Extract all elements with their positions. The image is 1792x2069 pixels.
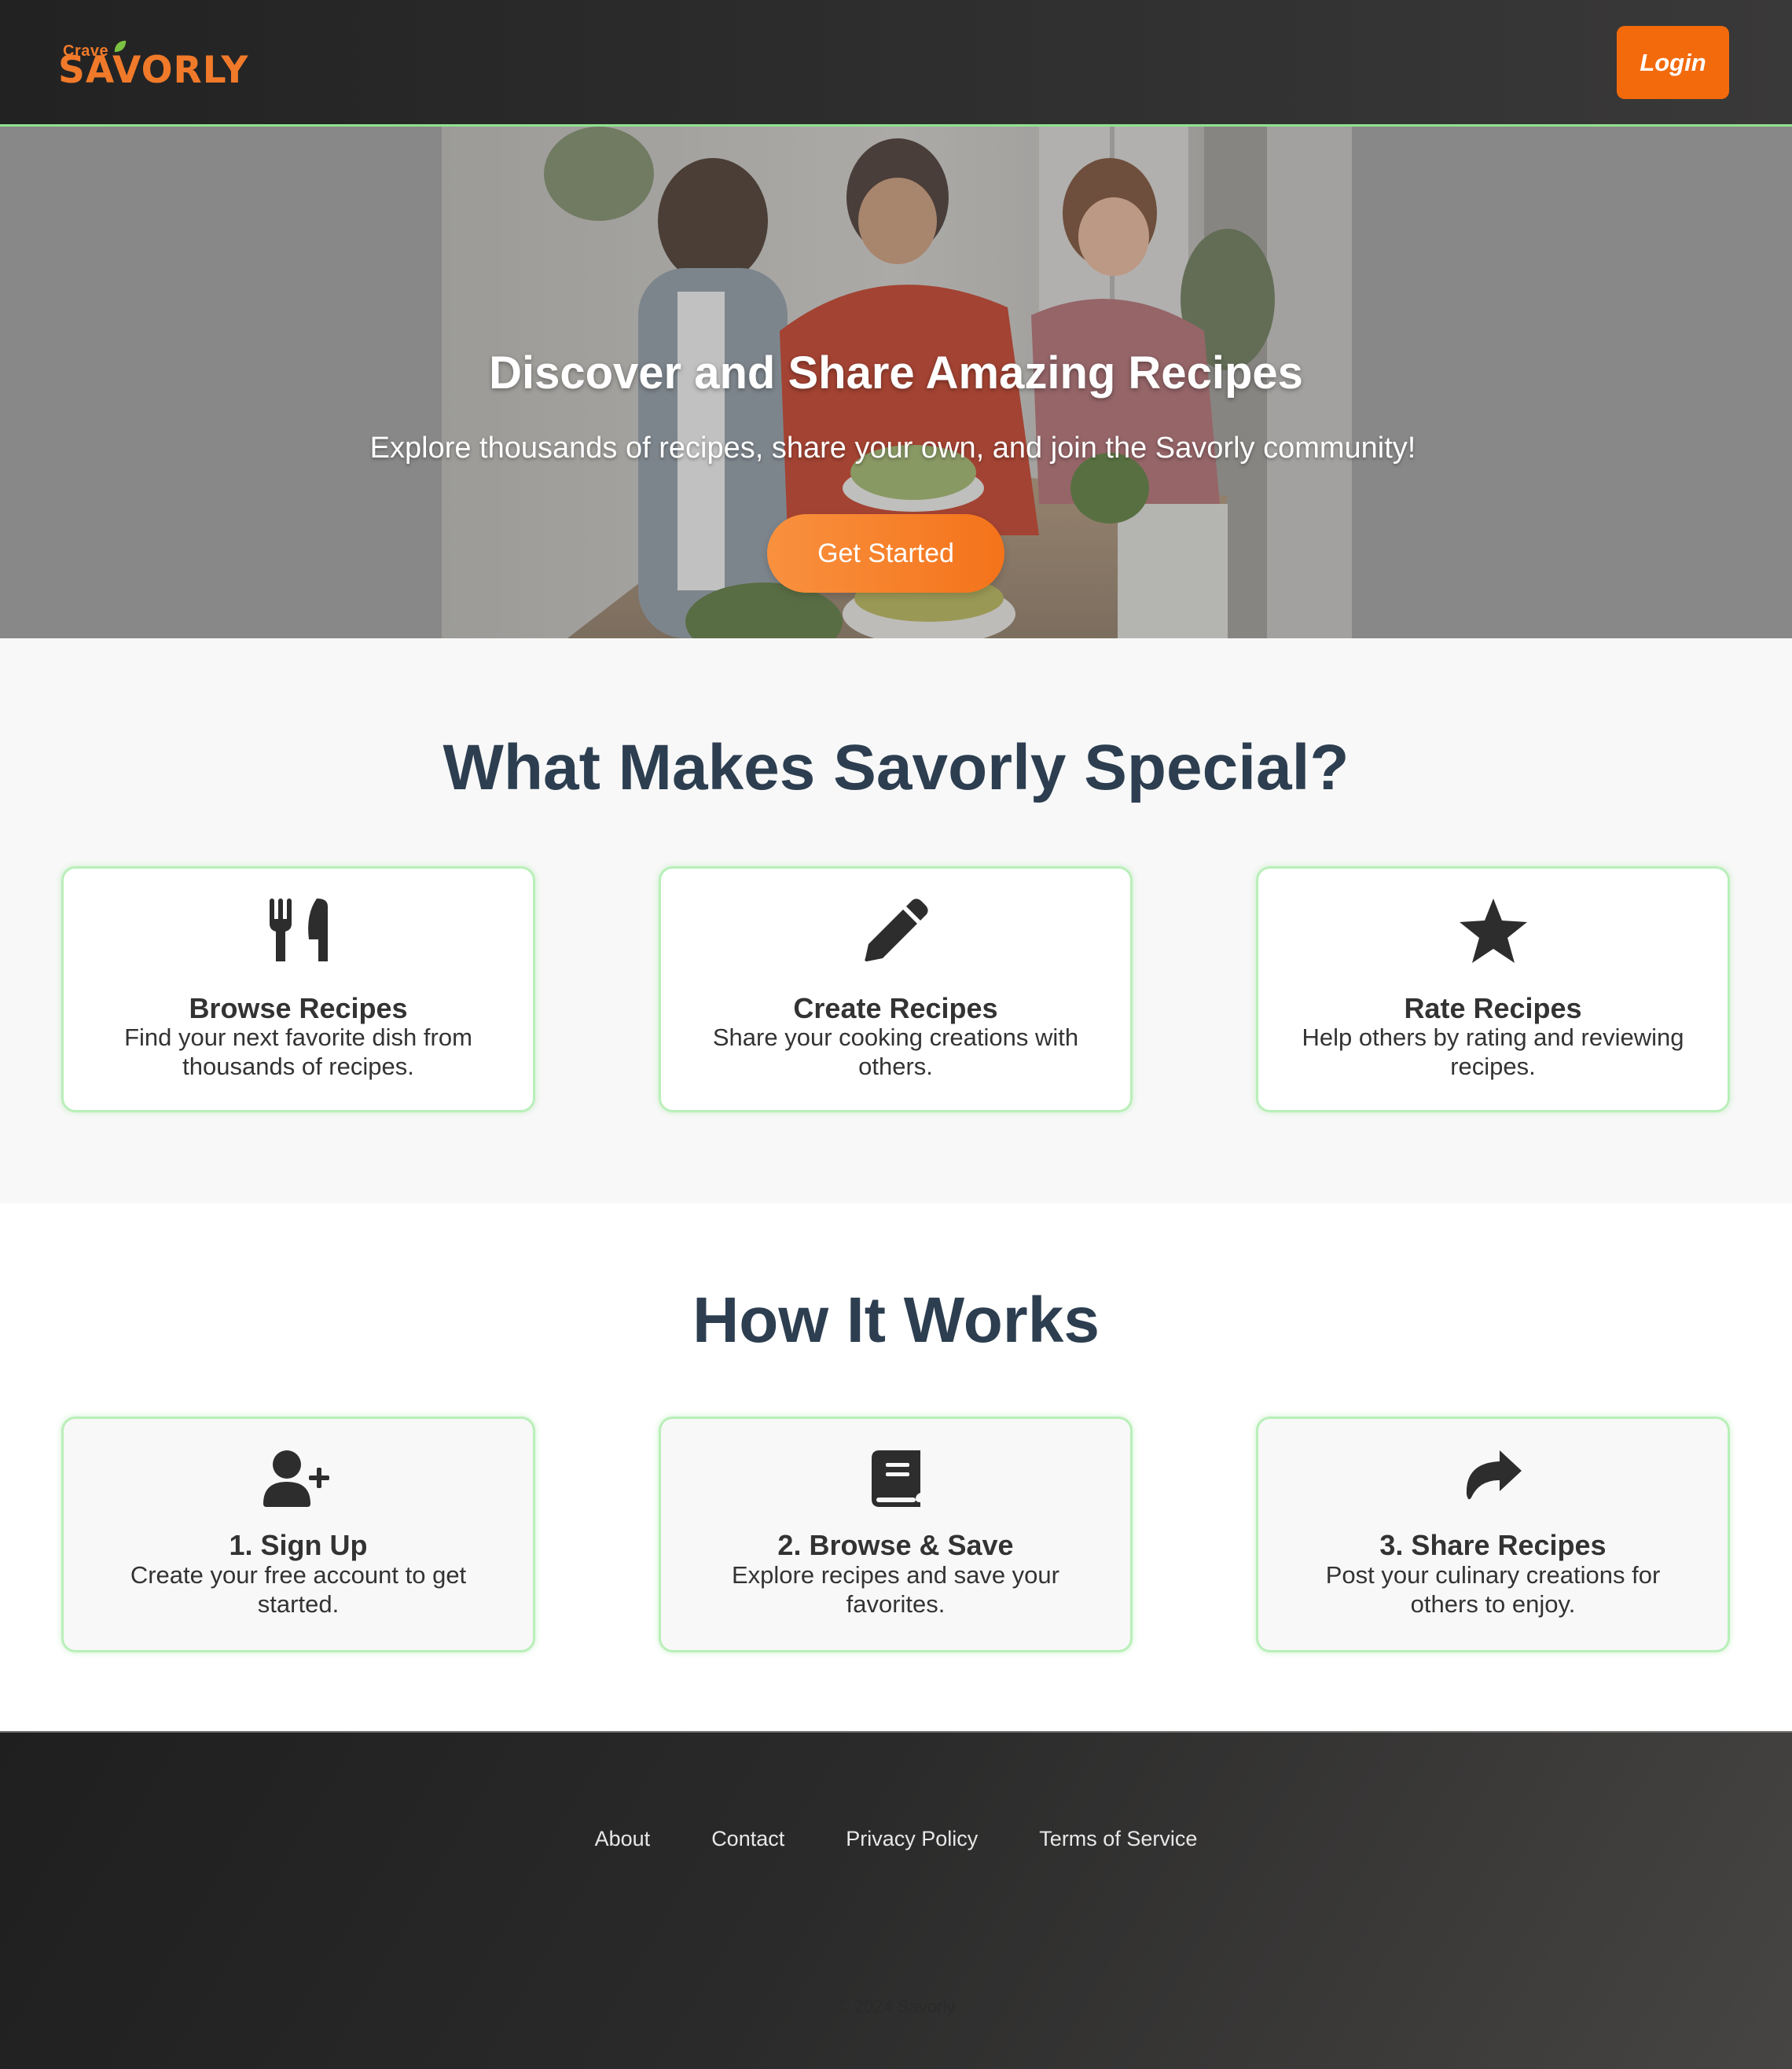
pencil-icon bbox=[864, 899, 928, 961]
feature-card-title: Rate Recipes bbox=[1404, 992, 1582, 1024]
hero-title: Discover and Share Amazing Recipes bbox=[489, 347, 1303, 399]
feature-card-rate: Rate Recipes Help others by rating and r… bbox=[1256, 866, 1730, 1112]
feature-card-desc: Share your cooking creations with others… bbox=[712, 1023, 1079, 1080]
savorly-logo[interactable]: Crave SAVORLY bbox=[58, 38, 248, 93]
step-card-browse-save: 2. Browse & Save Explore recipes and sav… bbox=[659, 1417, 1133, 1652]
how-it-works-section: How It Works 1. Sign Up Create your free… bbox=[0, 1204, 1792, 1731]
step-card-title: 2. Browse & Save bbox=[777, 1529, 1014, 1561]
footer-nav: About Contact Privacy Policy Terms of Se… bbox=[0, 1827, 1792, 1851]
feature-card-desc: Help others by rating and reviewing reci… bbox=[1302, 1023, 1684, 1080]
features-section: What Makes Savorly Special? Browse Recip… bbox=[0, 638, 1792, 1204]
step-card-title: 1. Sign Up bbox=[229, 1529, 368, 1561]
hero-section: Discover and Share Amazing Recipes Explo… bbox=[0, 127, 1792, 638]
user-plus-icon bbox=[263, 1450, 329, 1507]
get-started-button[interactable]: Get Started bbox=[767, 514, 1004, 593]
step-card-desc: Explore recipes and save your favorites. bbox=[731, 1561, 1059, 1618]
feature-card-browse: Browse Recipes Find your next favorite d… bbox=[61, 866, 535, 1112]
feature-card-title: Create Recipes bbox=[793, 992, 998, 1024]
logo-main-text: SAVORLY bbox=[58, 49, 249, 92]
copyright-text: © 2024 Savorly bbox=[836, 1997, 956, 2016]
step-card-share: 3. Share Recipes Post your culinary crea… bbox=[1256, 1417, 1730, 1652]
footer-link-contact[interactable]: Contact bbox=[711, 1827, 784, 1851]
footer-link-terms-of-service[interactable]: Terms of Service bbox=[1039, 1827, 1197, 1851]
feature-card-desc: Find your next favorite dish from thousa… bbox=[124, 1023, 472, 1080]
step-card-sign-up: 1. Sign Up Create your free account to g… bbox=[61, 1417, 535, 1652]
site-footer: About Contact Privacy Policy Terms of Se… bbox=[0, 1731, 1792, 2069]
hero-subtitle: Explore thousands of recipes, share your… bbox=[369, 432, 1416, 465]
feature-card-title: Browse Recipes bbox=[189, 992, 408, 1024]
step-card-title: 3. Share Recipes bbox=[1379, 1529, 1607, 1561]
footer-link-privacy-policy[interactable]: Privacy Policy bbox=[846, 1827, 978, 1851]
utensils-icon bbox=[269, 899, 328, 961]
step-card-desc: Create your free account to get started. bbox=[130, 1561, 467, 1618]
star-icon bbox=[1459, 899, 1527, 963]
footer-link-about[interactable]: About bbox=[595, 1827, 651, 1851]
step-card-desc: Post your culinary creations for others … bbox=[1325, 1561, 1661, 1618]
feature-card-create: Create Recipes Share your cooking creati… bbox=[659, 866, 1133, 1112]
share-icon bbox=[1466, 1450, 1522, 1500]
site-header: Crave SAVORLY Login bbox=[0, 0, 1792, 127]
how-it-works-title: How It Works bbox=[692, 1284, 1100, 1356]
features-title: What Makes Savorly Special? bbox=[442, 732, 1350, 803]
book-icon bbox=[871, 1450, 920, 1507]
login-button[interactable]: Login bbox=[1617, 26, 1729, 99]
